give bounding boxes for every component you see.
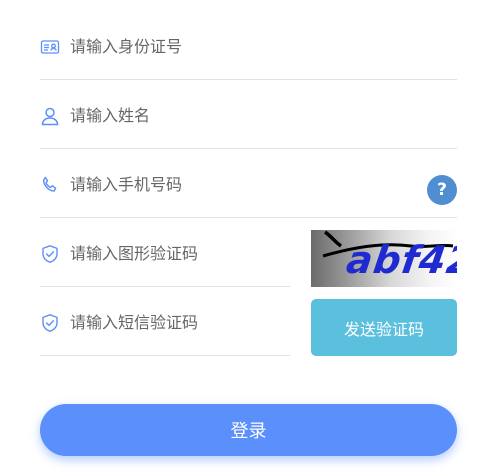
id-card-input[interactable]: [70, 32, 450, 60]
captcha-field: [40, 217, 290, 287]
phone-icon: [40, 175, 60, 195]
captcha-text: abf42: [343, 238, 457, 282]
phone-field: [40, 148, 457, 218]
shield-check-icon: [40, 244, 60, 264]
id-card-icon: [40, 37, 60, 57]
login-button[interactable]: 登录: [40, 404, 457, 456]
captcha-input[interactable]: [70, 239, 285, 267]
sms-code-field: [40, 286, 290, 356]
name-input[interactable]: [70, 101, 450, 129]
help-icon[interactable]: ?: [427, 175, 457, 205]
login-form: ? abf42 发送验证码 登录: [0, 0, 501, 476]
sms-code-input[interactable]: [70, 308, 285, 336]
phone-input[interactable]: [70, 170, 410, 198]
id-card-field: [40, 10, 457, 80]
captcha-image[interactable]: abf42: [311, 230, 457, 287]
send-code-button[interactable]: 发送验证码: [311, 299, 457, 356]
name-field: [40, 79, 457, 149]
shield-check-icon: [40, 313, 60, 333]
user-icon: [40, 106, 60, 126]
